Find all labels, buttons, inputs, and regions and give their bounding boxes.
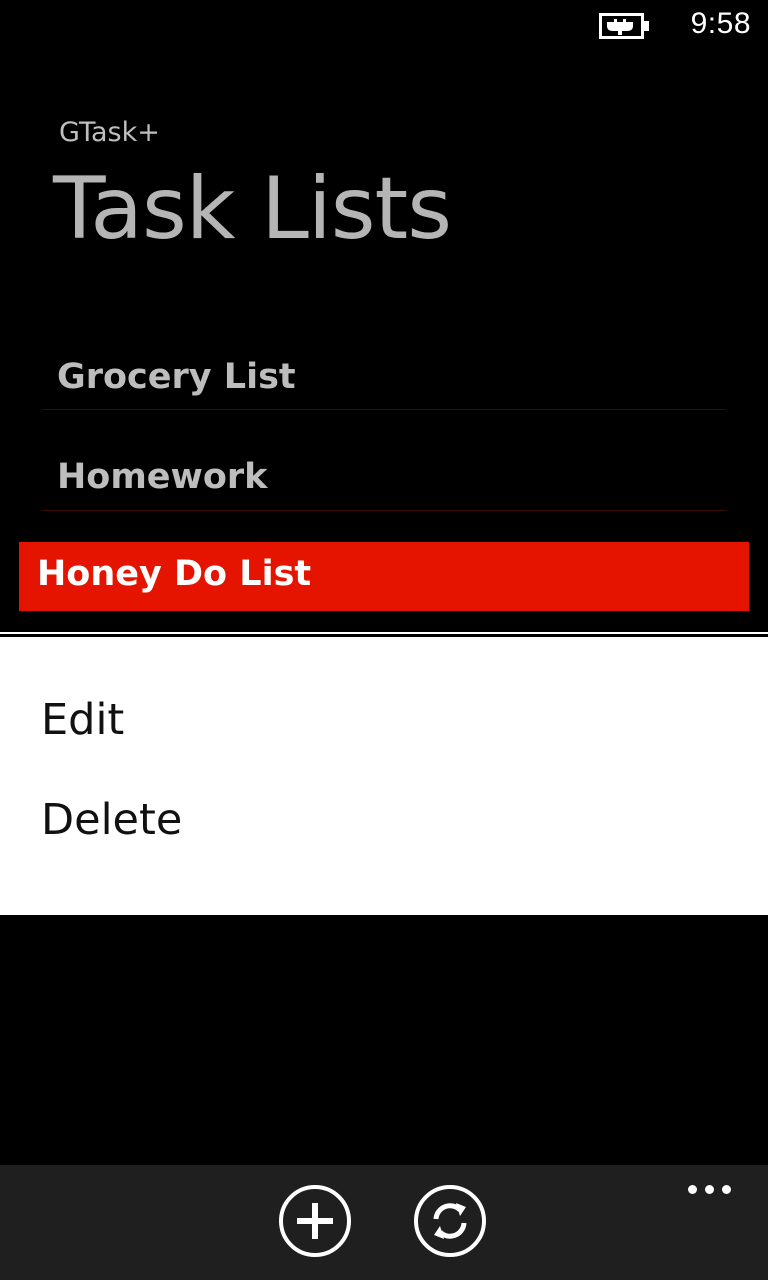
task-list-item-grocery[interactable]: Grocery List [42, 357, 726, 401]
list-divider [42, 510, 726, 511]
app-name: GTask+ [59, 117, 160, 148]
status-clock: 9:58 [690, 7, 751, 40]
add-button[interactable] [279, 1185, 351, 1257]
sync-icon [433, 1203, 467, 1239]
task-list-item-honey-do-selected[interactable]: Honey Do List [19, 542, 749, 611]
more-dots-icon[interactable] [688, 1185, 732, 1195]
application-bar [0, 1165, 768, 1280]
context-menu-border [0, 632, 768, 634]
task-list-item-homework[interactable]: Homework [42, 457, 726, 501]
sync-button[interactable] [414, 1185, 486, 1257]
status-bar: 9:58 [0, 0, 768, 52]
list-divider [42, 409, 726, 410]
context-menu: Edit Delete [0, 637, 768, 915]
battery-charging-icon [599, 13, 649, 39]
task-list-label: Homework [57, 457, 268, 497]
task-list-label: Grocery List [57, 357, 296, 397]
page-title: Task Lists [53, 159, 452, 259]
menu-item-edit[interactable]: Edit [41, 695, 124, 745]
add-icon [297, 1203, 333, 1239]
menu-item-delete[interactable]: Delete [41, 795, 182, 845]
task-list-label: Honey Do List [37, 554, 312, 594]
